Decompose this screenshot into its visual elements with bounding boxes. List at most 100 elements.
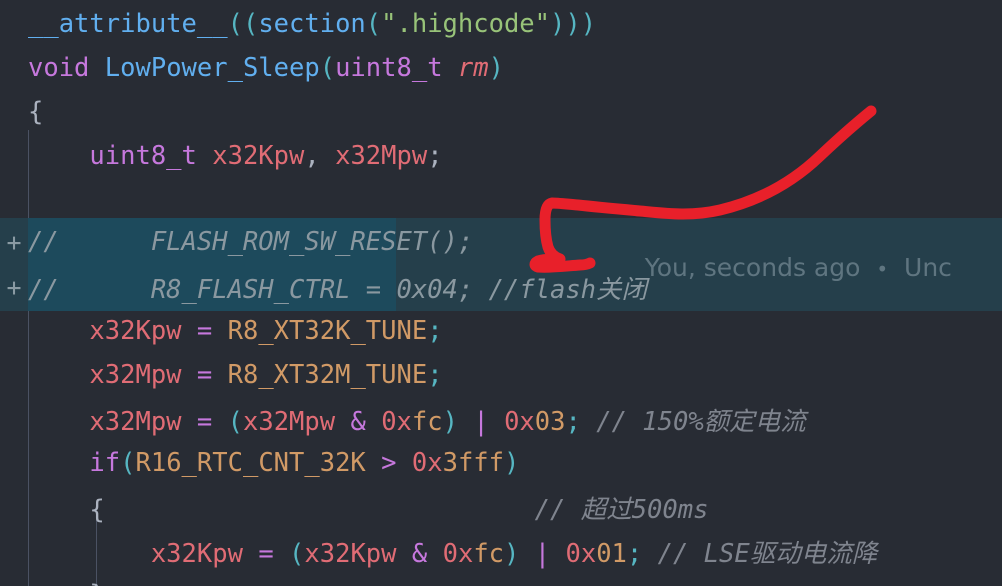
token-paren: ( [120, 448, 136, 478]
token-num: 0x [565, 538, 597, 569]
token-const: R8_XT32K_TUNE [227, 316, 428, 346]
code-text: x32Mpw = (x32Mpw & 0xfc) | 0x03; // 150%… [0, 401, 806, 438]
line-inner-open-brace[interactable]: { // 超过500ms [0, 483, 1002, 531]
line-blank-1[interactable] [0, 176, 1002, 224]
token-punc [28, 448, 89, 478]
git-blame-annotation[interactable]: You, seconds ago • Unc [613, 224, 952, 311]
token-const: 03 [534, 406, 566, 437]
token-punc: , [304, 141, 336, 171]
bullet-separator-icon: • [876, 257, 889, 281]
token-punc [397, 539, 412, 569]
token-paren: ( [319, 53, 336, 83]
token-const: R8_XT32M_TUNE [227, 360, 428, 390]
git-blame-author-time: You, seconds ago [644, 253, 861, 282]
token-punc [28, 539, 151, 569]
token-var: x32Kpw [89, 316, 182, 346]
code-text: __attribute__((section(".highcode"))) [0, 9, 596, 39]
token-var: x32Kpw [150, 538, 243, 569]
token-op: > [381, 448, 397, 478]
token-var: x32Mpw [89, 360, 182, 390]
token-op: | [473, 406, 489, 437]
token-op: = [258, 538, 274, 569]
token-paren: (( [227, 9, 259, 39]
token-paren: ))) [550, 9, 597, 39]
token-type: uint8_t [335, 53, 443, 83]
code-text: // R8_FLASH_CTRL = 0x04; //flash关闭 [0, 269, 647, 306]
code-text: { [0, 97, 43, 127]
token-punc [28, 316, 89, 346]
token-punc [105, 495, 535, 525]
line-x32kpw-tune[interactable]: x32Kpw = R8_XT32K_TUNE; [0, 307, 1002, 355]
token-paren: ( [227, 406, 243, 437]
token-var: x32Kpw [304, 538, 397, 569]
token-punc [197, 141, 212, 171]
token-num: 0x [381, 406, 412, 437]
token-punc [489, 407, 504, 437]
token-punc: } [28, 580, 104, 586]
token-cmt: // 超过500ms [534, 494, 709, 525]
token-punc [212, 407, 227, 437]
code-text: } [0, 580, 104, 586]
token-punc [427, 539, 442, 569]
line-inner-close-brace[interactable]: } [0, 571, 1002, 586]
code-text: x32Mpw = R8_XT32M_TUNE; [0, 360, 442, 390]
token-punc [243, 539, 258, 569]
token-punc [642, 539, 657, 569]
token-paren: ; [626, 538, 643, 569]
code-editor[interactable]: __attribute__((section(".highcode")))voi… [0, 0, 1002, 586]
token-punc [28, 407, 89, 437]
token-op: = [196, 406, 213, 437]
token-paren: ) [504, 448, 520, 478]
token-punc [182, 316, 197, 346]
token-cmt: // LSE驱动电流降 [657, 538, 878, 569]
token-punc [458, 407, 473, 437]
code-text: x32Kpw = R8_XT32K_TUNE; [0, 316, 443, 346]
line-attribute[interactable]: __attribute__((section(".highcode"))) [0, 0, 1002, 48]
line-signature[interactable]: void LowPower_Sleep(uint8_t rm) [0, 44, 1002, 92]
code-text: x32Kpw = (x32Kpw & 0xfc) | 0x01; // LSE驱… [0, 533, 877, 570]
token-str: ".highcode" [381, 9, 551, 39]
token-op: & [350, 406, 366, 437]
code-text: uint8_t x32Kpw, x32Mpw; [0, 141, 442, 171]
token-punc: { [28, 97, 44, 127]
line-x32mpw-mask[interactable]: x32Mpw = (x32Mpw & 0xfc) | 0x03; // 150%… [0, 395, 1002, 443]
code-text: void LowPower_Sleep(uint8_t rm) [0, 53, 504, 83]
token-const: fc [411, 406, 443, 437]
token-punc [212, 316, 227, 346]
token-punc [366, 407, 381, 437]
token-var: x32Kpw [212, 141, 305, 171]
token-diffcmt: // FLASH_ROM_SW_RESET(); [28, 227, 474, 257]
token-punc [550, 539, 565, 569]
line-x32kpw-mask[interactable]: x32Kpw = (x32Kpw & 0xfc) | 0x01; // LSE驱… [0, 527, 1002, 575]
token-punc [335, 407, 350, 437]
token-kw: if [89, 448, 121, 478]
token-paren: ; [427, 316, 443, 346]
token-punc [182, 360, 197, 390]
token-punc [212, 360, 227, 390]
token-punc [397, 448, 412, 478]
line-open-brace[interactable]: { [0, 88, 1002, 136]
line-decl[interactable]: uint8_t x32Kpw, x32Mpw; [0, 132, 1002, 180]
line-if-rtc[interactable]: if(R16_RTC_CNT_32K > 0x3fff) [0, 439, 1002, 487]
token-op: = [196, 360, 213, 390]
code-text: // FLASH_ROM_SW_RESET(); [0, 227, 473, 257]
token-cmt: // 150%额定电流 [596, 406, 806, 437]
token-punc [89, 53, 104, 83]
token-paren: ; [565, 406, 581, 437]
token-num: 0x [411, 448, 443, 478]
line-x32mpw-tune[interactable]: x32Mpw = R8_XT32M_TUNE; [0, 351, 1002, 399]
token-punc [581, 407, 596, 437]
token-punc [519, 539, 534, 569]
token-paren: ) [488, 53, 504, 83]
token-punc [366, 448, 381, 478]
token-punc [274, 539, 289, 569]
token-op: | [534, 538, 551, 569]
token-op: = [196, 316, 213, 346]
token-kw: void [28, 53, 90, 83]
token-num: 0x [442, 538, 474, 569]
code-text: if(R16_RTC_CNT_32K > 0x3fff) [0, 448, 519, 478]
git-blame-status: Unc [904, 253, 952, 282]
token-var: x32Mpw [242, 406, 336, 437]
token-punc [182, 407, 197, 437]
token-type: uint8_t [89, 141, 197, 171]
